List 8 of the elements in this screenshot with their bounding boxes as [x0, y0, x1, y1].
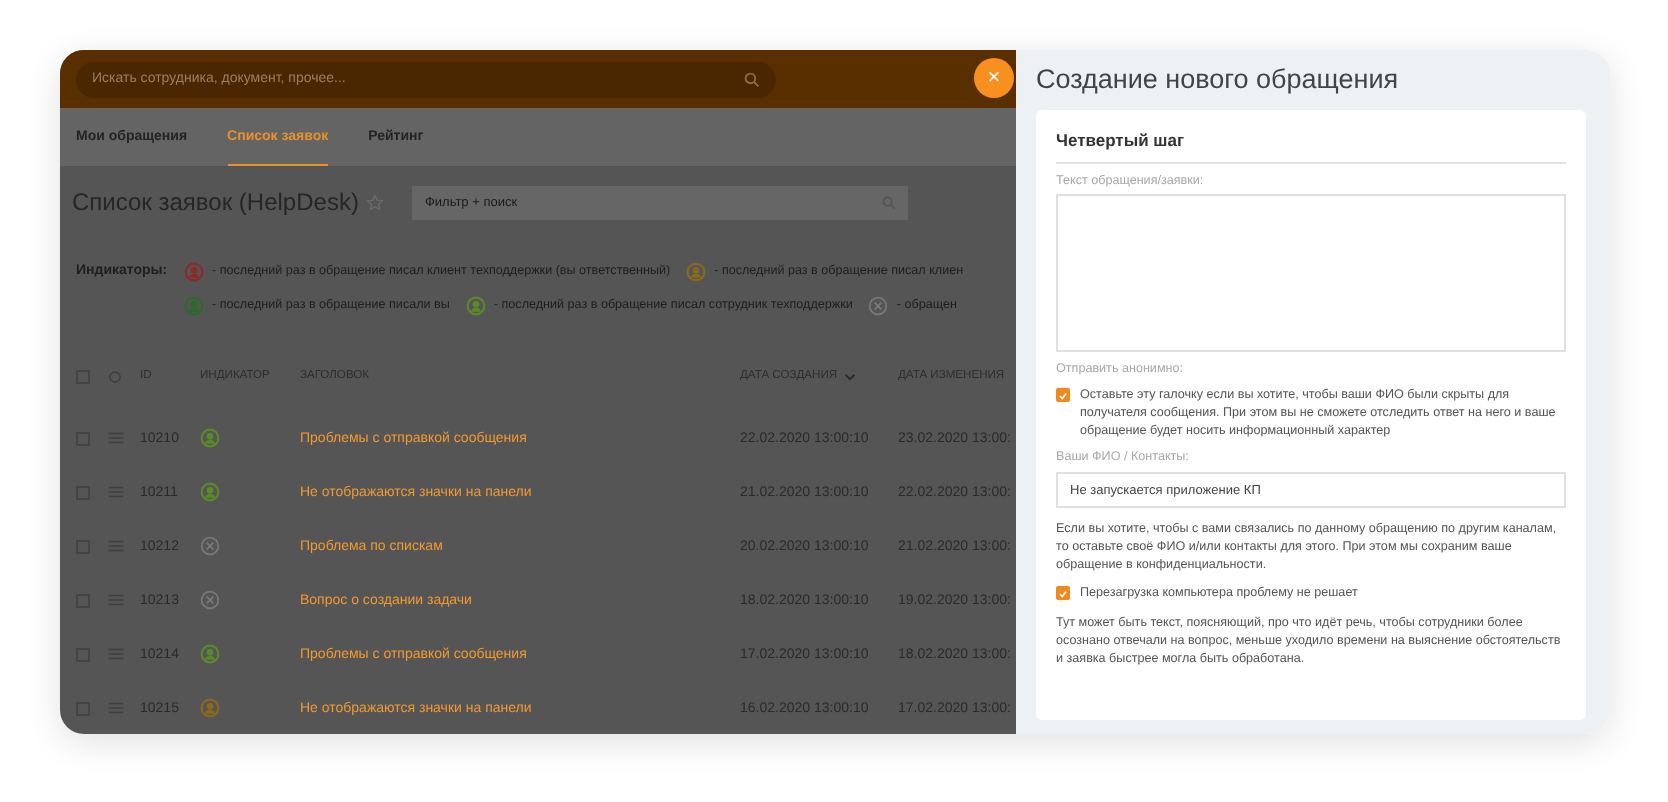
search-icon	[744, 71, 760, 87]
star-icon[interactable]	[366, 193, 385, 211]
step-title: Четвертый шаг	[1056, 122, 1566, 164]
checkbox[interactable]	[1056, 586, 1070, 600]
text-area[interactable]	[1056, 194, 1566, 352]
drawer-title: Создание нового обращения	[1036, 62, 1401, 98]
checkbox[interactable]	[1056, 388, 1070, 402]
sort-caret-icon[interactable]	[843, 371, 856, 381]
